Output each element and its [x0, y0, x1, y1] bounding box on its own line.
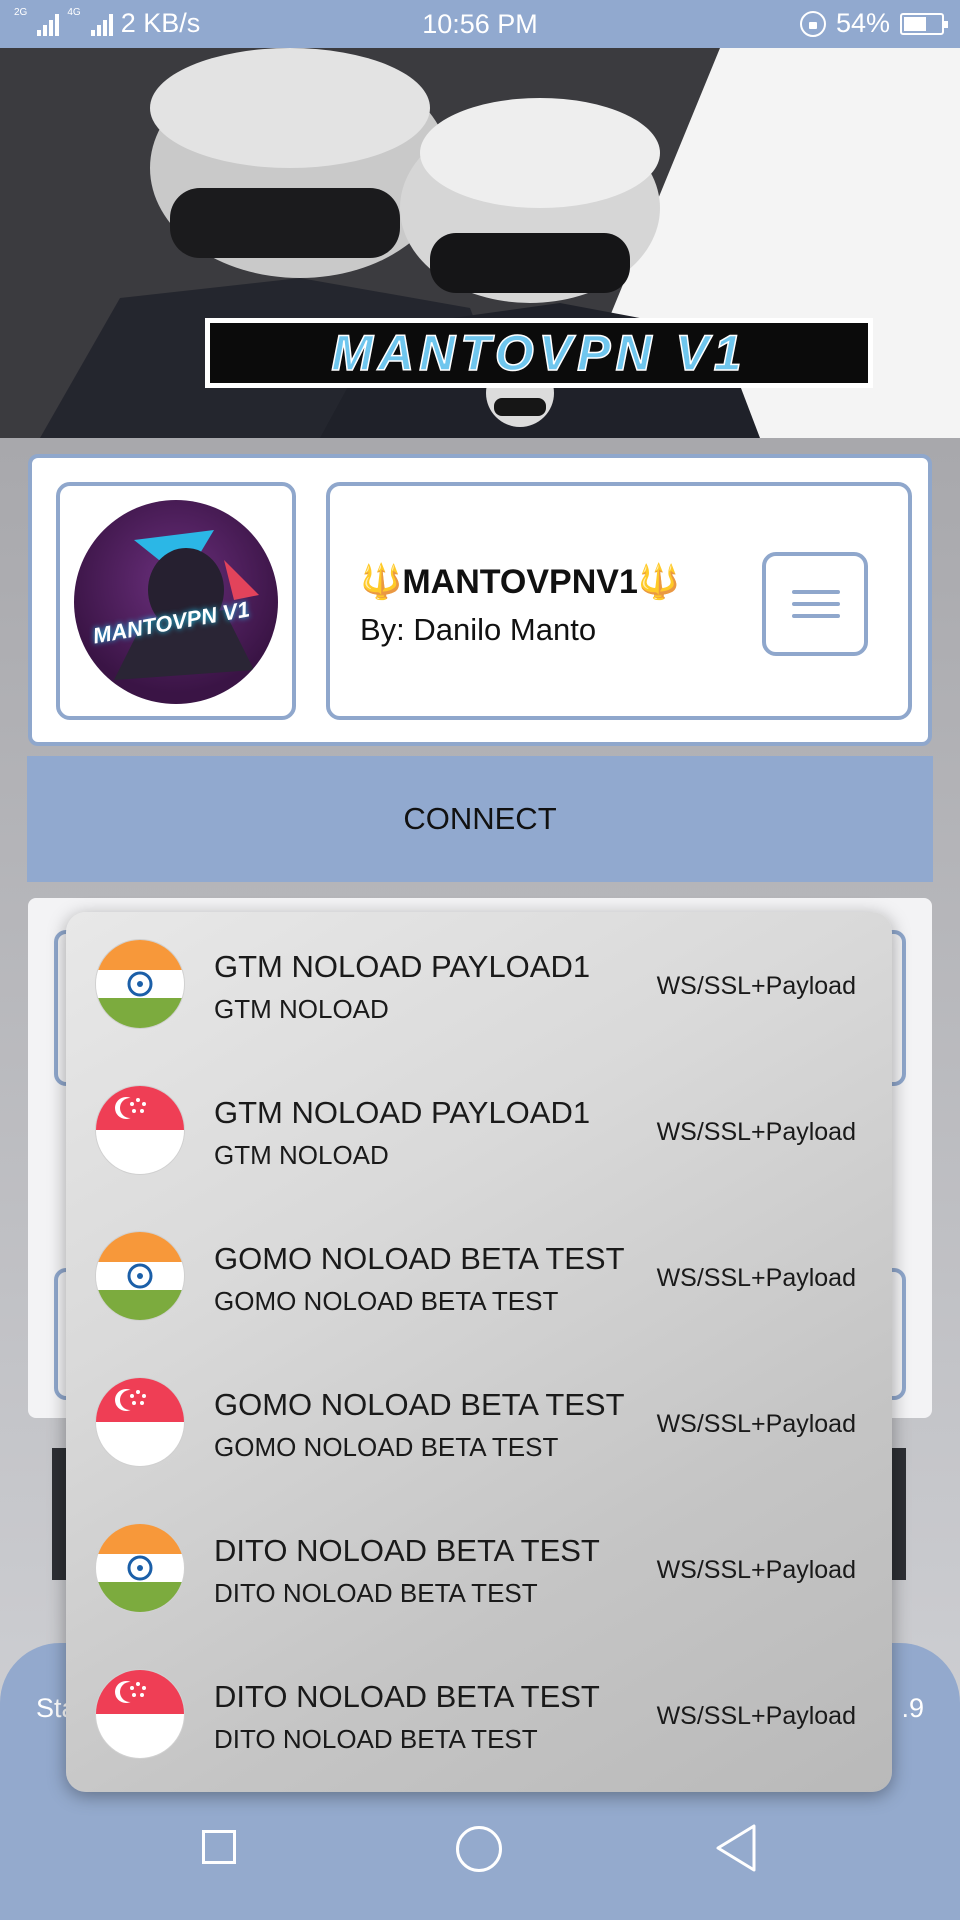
- app-logo: MANTOVPN V1: [74, 500, 278, 704]
- india-flag-icon: [96, 940, 184, 1028]
- server-type: WS/SSL+Payload: [656, 1410, 856, 1438]
- recents-button[interactable]: [202, 1830, 236, 1864]
- server-type: WS/SSL+Payload: [656, 1556, 856, 1584]
- menu-icon: [792, 590, 840, 594]
- menu-button[interactable]: [762, 552, 868, 656]
- status-bar: 2G 4G 2 KB/s 10:56 PM 54%: [0, 0, 960, 48]
- server-title: DITO NOLOAD BETA TEST: [214, 1533, 600, 1568]
- app-info-box: 🔱MANTOVPNV1🔱 By: Danilo Manto: [326, 482, 912, 720]
- server-title: GTM NOLOAD PAYLOAD1: [214, 1095, 591, 1130]
- server-type: WS/SSL+Payload: [656, 1118, 856, 1146]
- server-subtitle: GTM NOLOAD: [214, 994, 389, 1024]
- server-type: WS/SSL+Payload: [656, 972, 856, 1000]
- system-nav-bar: [0, 1790, 960, 1920]
- server-title: DITO NOLOAD BETA TEST: [214, 1679, 600, 1714]
- status-right: 54%: [799, 8, 948, 39]
- server-item[interactable]: GTM NOLOAD PAYLOAD1 GTM NOLOAD WS/SSL+Pa…: [66, 912, 892, 1058]
- server-item[interactable]: DITO NOLOAD BETA TEST DITO NOLOAD BETA T…: [66, 1642, 892, 1788]
- server-list-popup: GTM NOLOAD PAYLOAD1 GTM NOLOAD WS/SSL+Pa…: [66, 912, 892, 1792]
- back-button[interactable]: [714, 1822, 758, 1874]
- server-item[interactable]: GOMO NOLOAD BETA TEST GOMO NOLOAD BETA T…: [66, 1350, 892, 1496]
- app-banner: MANTOVPN V1: [0, 48, 960, 438]
- server-subtitle: GOMO NOLOAD BETA TEST: [214, 1432, 559, 1462]
- singapore-flag-icon: [96, 1086, 184, 1174]
- server-subtitle: DITO NOLOAD BETA TEST: [214, 1578, 538, 1608]
- server-type: WS/SSL+Payload: [656, 1264, 856, 1292]
- server-title: GOMO NOLOAD BETA TEST: [214, 1241, 625, 1276]
- version-label: .9: [901, 1693, 924, 1723]
- server-title: GOMO NOLOAD BETA TEST: [214, 1387, 625, 1422]
- singapore-flag-icon: [96, 1378, 184, 1466]
- app-logo-box: MANTOVPN V1: [56, 482, 296, 720]
- server-type: WS/SSL+Payload: [656, 1702, 856, 1730]
- connect-button[interactable]: CONNECT: [27, 756, 933, 882]
- server-subtitle: GOMO NOLOAD BETA TEST: [214, 1286, 559, 1316]
- battery-percent: 54%: [835, 8, 890, 38]
- app-name: 🔱MANTOVPNV1🔱: [360, 563, 681, 601]
- server-subtitle: GTM NOLOAD: [214, 1140, 389, 1170]
- server-title: GTM NOLOAD PAYLOAD1: [214, 949, 591, 984]
- rotation-lock-icon: [799, 10, 826, 37]
- battery-icon: [900, 12, 948, 35]
- server-item[interactable]: DITO NOLOAD BETA TEST DITO NOLOAD BETA T…: [66, 1496, 892, 1642]
- server-subtitle: DITO NOLOAD BETA TEST: [214, 1724, 538, 1754]
- server-item[interactable]: GOMO NOLOAD BETA TEST GOMO NOLOAD BETA T…: [66, 1204, 892, 1350]
- india-flag-icon: [96, 1524, 184, 1612]
- menu-icon-line: [792, 602, 840, 606]
- app-author: By: Danilo Manto: [360, 612, 597, 647]
- singapore-flag-icon: [96, 1670, 184, 1758]
- header-card: MANTOVPN V1 🔱MANTOVPNV1🔱 By: Danilo Mant…: [28, 454, 932, 746]
- server-item[interactable]: GTM NOLOAD PAYLOAD1 GTM NOLOAD WS/SSL+Pa…: [66, 1058, 892, 1204]
- menu-icon-line: [792, 614, 840, 618]
- india-flag-icon: [96, 1232, 184, 1320]
- home-button[interactable]: [456, 1826, 502, 1872]
- banner-logo-text: MANTOVPN V1: [205, 318, 873, 388]
